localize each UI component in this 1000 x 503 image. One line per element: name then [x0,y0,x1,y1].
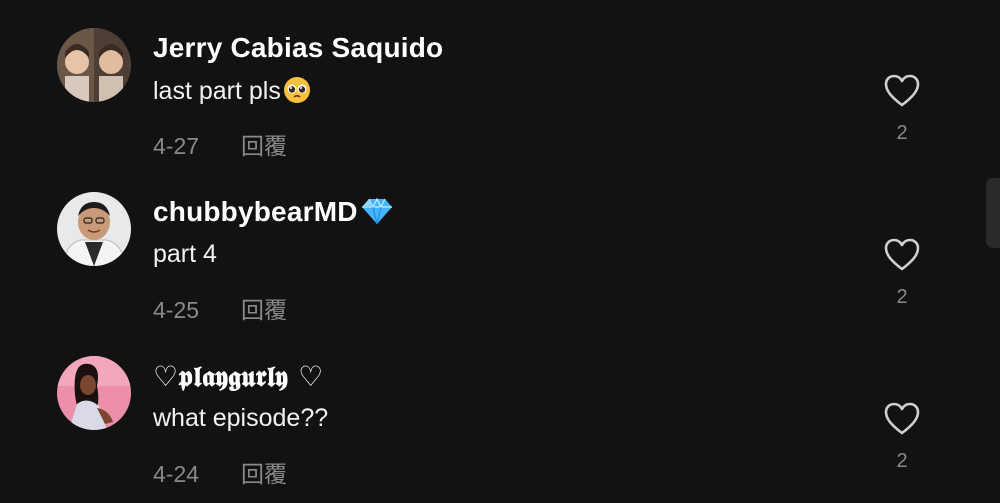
comment-item: chubbybearMD part 4 4-25 回覆 2 [0,192,1000,342]
heart-icon[interactable] [884,238,920,272]
avatar[interactable] [57,356,131,430]
reply-button[interactable]: 回覆 [241,462,287,488]
username[interactable]: ♡𝖕𝖑𝖆𝖞𝖌𝖚𝖗𝖑𝖞 ♡ [153,360,323,394]
heart-icon[interactable] [884,74,920,108]
reply-button[interactable]: 回覆 [241,134,287,160]
heart-icon[interactable] [884,402,920,436]
comment-text: what episode?? [153,404,329,432]
comment-item: Jerry Cabias Saquido last part pls 4-27 回… [0,28,1000,178]
like-count: 2 [896,122,908,144]
pleading-face-emoji-icon [283,76,311,111]
comment-date: 4-25 [153,297,200,323]
comment-meta: 4-25 回覆 [153,291,287,325]
comment-date: 4-27 [153,133,200,159]
username[interactable]: chubbybearMD [153,196,394,233]
avatar[interactable] [57,28,131,102]
like-count: 2 [896,450,908,472]
comment-meta: 4-24 回覆 [153,455,287,489]
like-count: 2 [896,286,908,308]
comment-date: 4-24 [153,461,200,487]
comment-meta: 4-27 回覆 [153,127,287,161]
comments-list: Jerry Cabias Saquido last part pls 4-27 回… [0,0,1000,503]
username[interactable]: Jerry Cabias Saquido [153,32,443,64]
comment-text: part 4 [153,240,217,268]
comment-text: last part pls [153,76,311,111]
reply-button[interactable]: 回覆 [241,298,287,324]
comment-item: ♡𝖕𝖑𝖆𝖞𝖌𝖚𝖗𝖑𝖞 ♡ what episode?? 4-24 回覆 2 [0,356,1000,503]
gem-icon [360,196,394,233]
avatar[interactable] [57,192,131,266]
username-text: chubbybearMD [153,196,358,227]
scrollbar[interactable] [986,178,1000,248]
comment-text-content: last part pls [153,77,281,105]
